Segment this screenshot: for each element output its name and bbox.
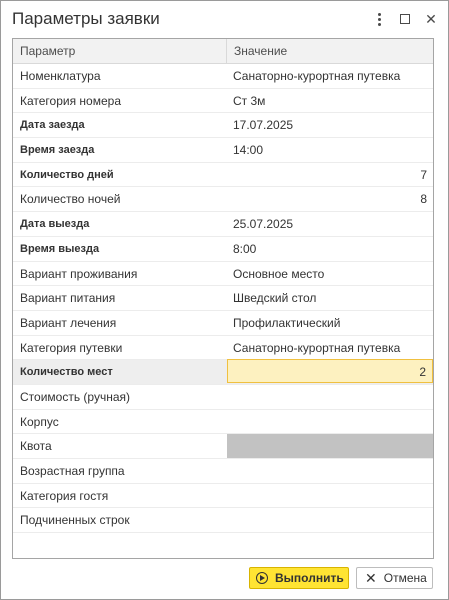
- close-x-icon: ✕: [365, 570, 377, 586]
- table-row[interactable]: Вариант питания Шведский стол: [13, 286, 433, 311]
- parameter-name: Подчиненных строк: [20, 513, 130, 528]
- parameter-name: Возрастная группа: [20, 464, 125, 478]
- cancel-button-label: Отмена: [383, 571, 427, 585]
- parameter-name: Дата заезда: [20, 119, 85, 132]
- parameter-value[interactable]: Ст 3м: [227, 89, 433, 113]
- parameter-value[interactable]: [227, 385, 433, 409]
- parameter-name: Категория путевки: [20, 340, 123, 355]
- table-row[interactable]: Подчиненных строк: [13, 508, 433, 534]
- table-row[interactable]: Количество дней 7: [13, 163, 433, 188]
- table-row[interactable]: Стоимость (ручная): [13, 385, 433, 410]
- table-row[interactable]: Категория путевки Санаторно-курортная пут…: [13, 336, 433, 361]
- parameter-name: Вариант питания: [20, 291, 116, 306]
- parameter-value[interactable]: [227, 484, 433, 508]
- parameter-value[interactable]: Профилактический: [227, 311, 433, 335]
- execute-button[interactable]: Выполнить: [249, 567, 349, 589]
- close-icon[interactable]: ✕: [421, 9, 441, 29]
- parameter-name: Количество мест: [20, 366, 113, 379]
- parameter-value[interactable]: [227, 508, 433, 532]
- parameter-value[interactable]: 7: [227, 163, 433, 187]
- parameter-value[interactable]: [227, 410, 433, 434]
- parameter-value[interactable]: Шведский стол: [227, 286, 433, 310]
- column-header-value[interactable]: Значение: [234, 39, 287, 63]
- table-body: Номенклатура Санаторно-курортная путевка К…: [13, 64, 433, 534]
- parameter-name: Корпус: [20, 414, 59, 429]
- parameter-name: Категория номера: [20, 93, 122, 108]
- window-title: Параметры заявки: [12, 9, 160, 28]
- play-circle-icon: [256, 572, 268, 584]
- cancel-button[interactable]: ✕ Отмена: [356, 567, 433, 589]
- more-actions-icon[interactable]: [369, 9, 389, 29]
- table-row[interactable]: Категория гостя: [13, 484, 433, 509]
- parameter-name: Квота: [20, 439, 52, 454]
- table-row[interactable]: Время заезда 14:00: [13, 138, 433, 163]
- parameter-name: Количество дней: [20, 168, 114, 181]
- title-bar: Параметры заявки ✕: [1, 1, 448, 37]
- parameter-value[interactable]: 17.07.2025: [227, 113, 433, 137]
- parameter-name: Категория гостя: [20, 488, 109, 503]
- parameter-name: Время заезда: [20, 144, 95, 157]
- table-row[interactable]: Дата заезда 17.07.2025: [13, 113, 433, 139]
- table-row[interactable]: Корпус: [13, 410, 433, 435]
- parameter-value[interactable]: [227, 459, 433, 483]
- table-row[interactable]: Квота: [13, 434, 433, 459]
- table-row[interactable]: Номенклатура Санаторно-курортная путевка: [13, 64, 433, 89]
- execute-button-label: Выполнить: [275, 571, 344, 585]
- parameter-name: Номенклатура: [20, 69, 101, 83]
- parameter-name: Вариант проживания: [20, 266, 138, 281]
- table-header: Параметр Значение: [13, 39, 433, 64]
- parameter-value[interactable]: 8: [227, 187, 433, 211]
- parameter-value[interactable]: Санаторно-курортная путевка: [227, 336, 433, 360]
- parameter-value[interactable]: 2: [227, 359, 433, 384]
- parameter-name: Время выезда: [20, 242, 100, 255]
- parameter-value[interactable]: 25.07.2025: [227, 212, 433, 236]
- parameter-name: Стоимость (ручная): [20, 389, 130, 404]
- column-divider[interactable]: [226, 39, 227, 63]
- parameter-value[interactable]: Санаторно-курортная путевка: [227, 64, 433, 88]
- table-row[interactable]: Количество ночей 8: [13, 187, 433, 213]
- table-row[interactable]: Количество мест 2: [13, 359, 433, 385]
- column-header-parameter[interactable]: Параметр: [20, 39, 75, 63]
- parameter-value[interactable]: [227, 434, 433, 459]
- parameters-table: Параметр Значение Номенклатура Санаторно-…: [12, 38, 434, 559]
- parameter-value[interactable]: Основное место: [227, 262, 433, 286]
- dialog-window: Параметры заявки ✕ Параметр Значение Ном…: [0, 0, 449, 600]
- table-row[interactable]: Вариант проживания Основное место: [13, 262, 433, 287]
- table-row[interactable]: Категория номера Ст 3м: [13, 89, 433, 114]
- parameter-name: Количество ночей: [20, 192, 121, 207]
- table-row[interactable]: Дата выезда 25.07.2025: [13, 212, 433, 237]
- parameter-name: Дата выезда: [20, 218, 90, 231]
- table-row[interactable]: Вариант лечения Профилактический: [13, 311, 433, 336]
- parameter-value[interactable]: 8:00: [227, 237, 433, 261]
- table-row[interactable]: Возрастная группа: [13, 459, 433, 484]
- table-row[interactable]: Время выезда 8:00: [13, 237, 433, 262]
- maximize-icon[interactable]: [395, 9, 415, 29]
- parameter-value[interactable]: 14:00: [227, 138, 433, 162]
- parameter-name: Вариант лечения: [20, 315, 117, 330]
